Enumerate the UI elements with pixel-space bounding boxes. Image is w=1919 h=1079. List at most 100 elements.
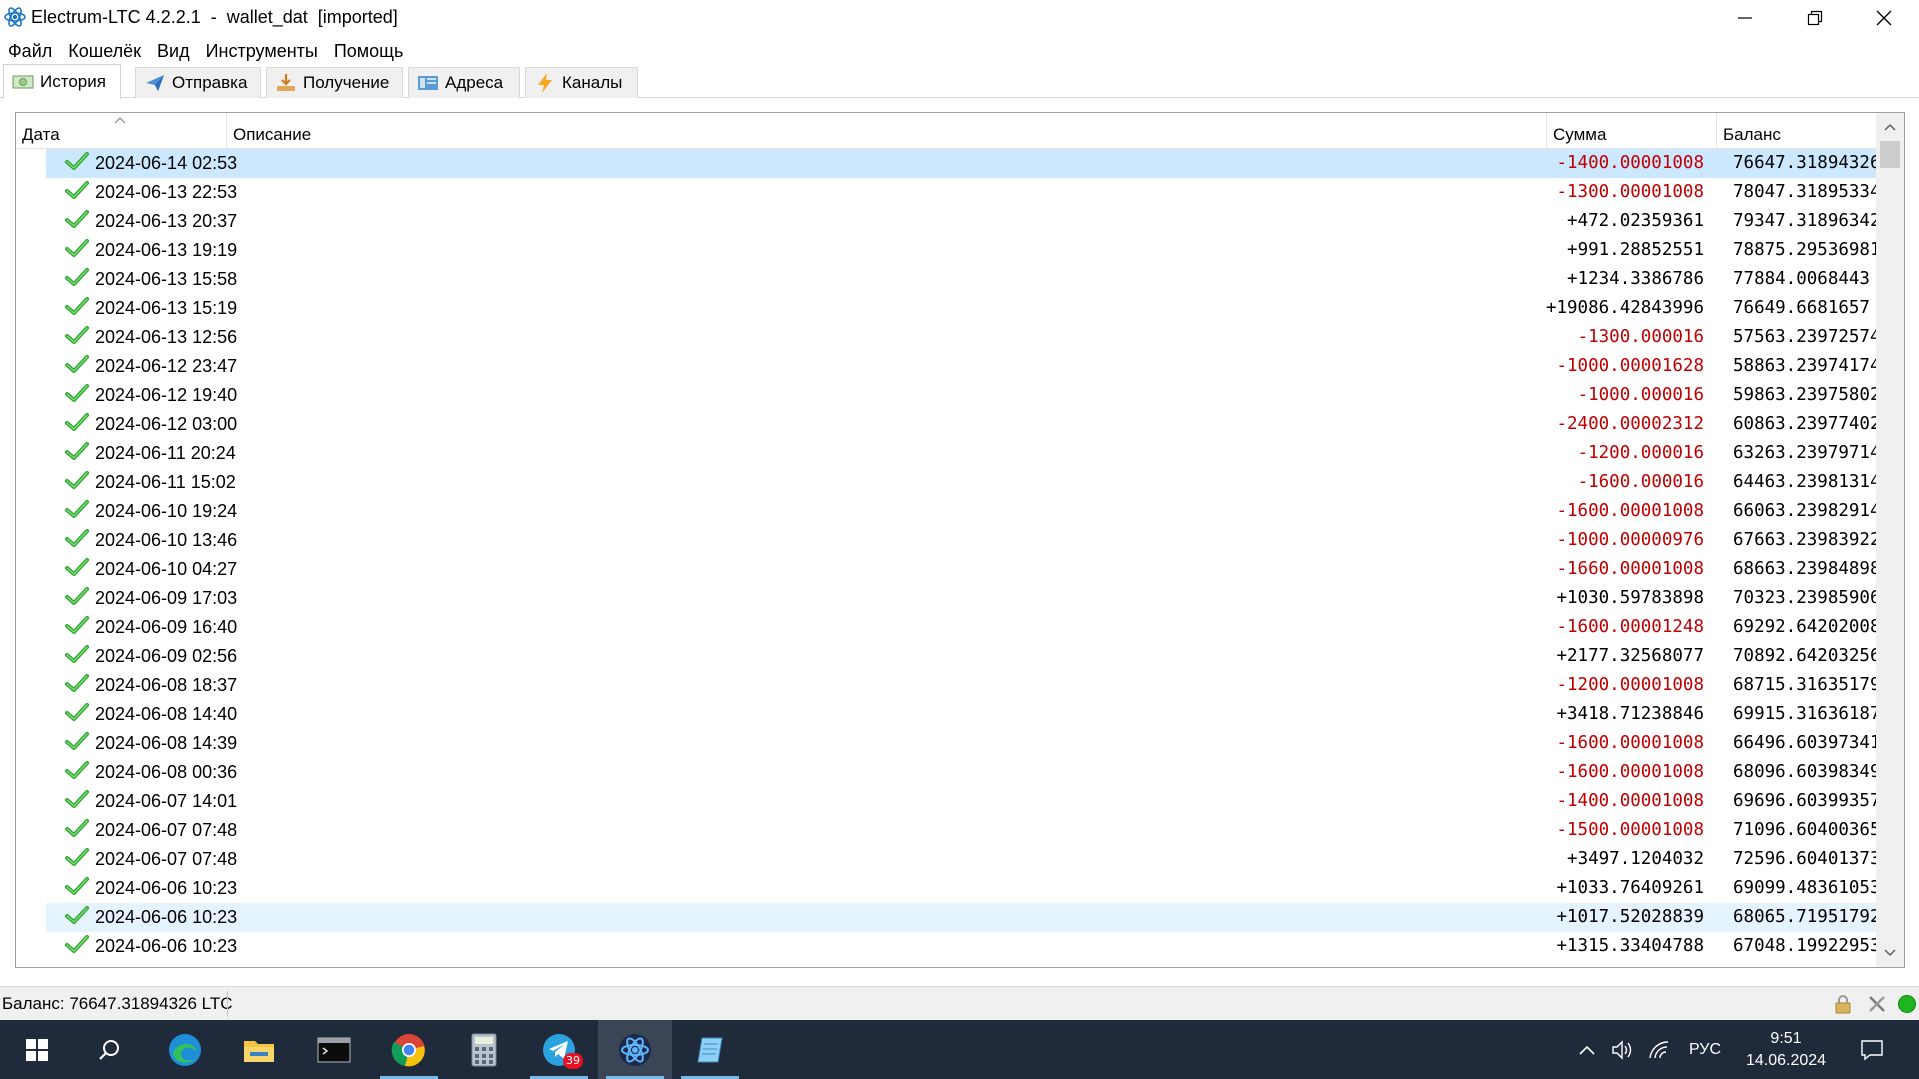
- chevron-up-icon: [1884, 123, 1896, 131]
- table-row[interactable]: 2024-06-06 10:23 +1315.33404788 67048.1992…: [46, 932, 1881, 961]
- menu-view[interactable]: Вид: [149, 38, 198, 64]
- table-row[interactable]: 2024-06-13 15:19 +19086.42843996 76649.668…: [46, 294, 1876, 323]
- table-row[interactable]: 2024-06-09 02:56 +2177.32568077 70892.6420…: [46, 642, 1881, 671]
- confirmed-check-icon: [65, 152, 89, 170]
- table-row[interactable]: 2024-06-12 03:00 -2400.00002312 60863.2397…: [46, 410, 1881, 439]
- menu-help[interactable]: Помощь: [326, 38, 412, 64]
- table-row[interactable]: 2024-06-07 07:48 -1500.00001008 71096.6040…: [46, 816, 1881, 845]
- confirmed-check-icon: [65, 471, 89, 489]
- table-row[interactable]: 2024-06-10 04:27 -1660.00001008 68663.2398…: [46, 555, 1881, 584]
- tab-history[interactable]: История: [3, 64, 121, 99]
- tab-send[interactable]: Отправка: [135, 67, 261, 98]
- table-row[interactable]: 2024-06-06 10:23 +1033.76409261 69099.4836…: [46, 874, 1881, 903]
- window-title: Electrum-LTC 4.2.2.1 - wallet_dat [impor…: [31, 7, 398, 27]
- row-date: 2024-06-13 19:19: [95, 240, 238, 260]
- taskbar-file-explorer[interactable]: [222, 1020, 296, 1079]
- vertical-scrollbar[interactable]: [1876, 113, 1904, 967]
- row-balance: 66496.60397341: [1733, 733, 1881, 753]
- row-amount: -1600.00001008: [1556, 733, 1704, 753]
- row-balance: 60863.23977402: [1733, 414, 1881, 434]
- scrollbar-thumb[interactable]: [1880, 141, 1900, 168]
- lock-icon[interactable]: [1832, 993, 1854, 1015]
- scroll-down-button[interactable]: [1876, 939, 1904, 967]
- tab-receive[interactable]: Получение: [266, 67, 403, 98]
- row-balance: 69099.48361053: [1733, 878, 1881, 898]
- row-balance: 76647.31894326: [1733, 153, 1881, 173]
- table-row[interactable]: 2024-06-08 00:36 -1600.00001008 68096.6039…: [46, 758, 1881, 787]
- taskbar-electrum-ltc[interactable]: [598, 1020, 672, 1079]
- start-button[interactable]: [0, 1020, 74, 1079]
- table-row[interactable]: 2024-06-07 07:48 +3497.1204032 72596.60401…: [46, 845, 1881, 874]
- table-row[interactable]: 2024-06-07 14:01 -1400.00001008 69696.6039…: [46, 787, 1881, 816]
- row-date: 2024-06-12 19:40: [95, 385, 238, 405]
- table-row[interactable]: 2024-06-11 20:24 -1200.000016 63263.239797…: [46, 439, 1881, 468]
- confirmed-check-icon: [65, 587, 89, 605]
- row-amount: +19086.42843996: [1545, 298, 1704, 318]
- table-row[interactable]: 2024-06-13 12:56 -1300.000016 57563.239725…: [46, 323, 1881, 352]
- restore-button[interactable]: [1780, 0, 1850, 36]
- column-date-header[interactable]: Дата: [16, 113, 227, 149]
- row-date: 2024-06-08 00:36: [95, 762, 238, 782]
- confirmed-check-icon: [65, 355, 89, 373]
- tab-channels-label: Каналы: [562, 73, 623, 92]
- column-balance-header[interactable]: Баланс: [1717, 113, 1876, 149]
- telegram-unread-badge: 39: [563, 1053, 583, 1069]
- search-button[interactable]: [72, 1020, 146, 1079]
- taskbar-telegram[interactable]: 39: [522, 1020, 596, 1079]
- row-balance: 69696.60399357: [1733, 791, 1881, 811]
- row-amount: -1000.00001628: [1556, 356, 1704, 376]
- table-row[interactable]: 2024-06-10 19:24 -1600.00001008 66063.2398…: [46, 497, 1881, 526]
- row-balance: 59863.23975802: [1733, 385, 1881, 405]
- row-date: 2024-06-13 15:19: [95, 298, 238, 318]
- table-row[interactable]: 2024-06-08 14:39 -1600.00001008 66496.6039…: [46, 729, 1881, 758]
- table-row[interactable]: 2024-06-10 13:46 -1000.00000976 67663.2398…: [46, 526, 1881, 555]
- table-row[interactable]: 2024-06-09 17:03 +1030.59783898 70323.2398…: [46, 584, 1881, 613]
- tray-overflow-button[interactable]: [1572, 1020, 1602, 1079]
- network-status-icon[interactable]: [1896, 993, 1918, 1015]
- notifications-button[interactable]: [1850, 1020, 1894, 1079]
- table-row[interactable]: 2024-06-13 22:53 -1300.00001008 78047.3189…: [46, 178, 1881, 207]
- table-row[interactable]: 2024-06-09 16:40 -1600.00001248 69292.6420…: [46, 613, 1881, 642]
- table-row[interactable]: 2024-06-14 02:53 -1400.00001008 76647.3189…: [46, 149, 1881, 178]
- table-row[interactable]: 2024-06-08 18:37 -1200.00001008 68715.3163…: [46, 671, 1881, 700]
- row-balance: 78875.29536981: [1733, 240, 1881, 260]
- confirmed-check-icon: [65, 848, 89, 866]
- close-button[interactable]: [1849, 0, 1919, 36]
- table-row[interactable]: 2024-06-12 23:47 -1000.00001628 58863.2397…: [46, 352, 1881, 381]
- preferences-tools-icon[interactable]: [1866, 993, 1888, 1015]
- row-amount: -1400.00001008: [1556, 791, 1704, 811]
- row-amount: +1033.76409261: [1556, 878, 1704, 898]
- row-amount: +472.02359361: [1567, 211, 1704, 231]
- column-description-header[interactable]: Описание: [227, 113, 1547, 149]
- scroll-up-button[interactable]: [1876, 113, 1904, 141]
- table-row[interactable]: 2024-06-12 19:40 -1000.000016 59863.239758…: [46, 381, 1881, 410]
- tab-channels[interactable]: Каналы: [525, 67, 638, 98]
- row-balance: 57563.23972574: [1733, 327, 1881, 347]
- table-row[interactable]: 2024-06-13 15:58 +1234.3386786 77884.00684…: [46, 265, 1876, 294]
- table-row[interactable]: 2024-06-13 19:19 +991.28852551 78875.29536…: [46, 236, 1881, 265]
- confirmed-check-icon: [65, 761, 89, 779]
- menu-file[interactable]: Файл: [0, 38, 60, 64]
- taskbar-chrome[interactable]: [372, 1020, 446, 1079]
- tab-addresses[interactable]: Адреса: [408, 67, 520, 98]
- minimize-button[interactable]: [1710, 0, 1780, 36]
- menu-wallet[interactable]: Кошелёк: [60, 38, 149, 64]
- taskbar-notepad[interactable]: [673, 1020, 747, 1079]
- taskbar-clock[interactable]: 9:51 14.06.2024: [1730, 1028, 1842, 1072]
- taskbar-terminal[interactable]: [297, 1020, 371, 1079]
- row-amount: -1500.00001008: [1556, 820, 1704, 840]
- confirmed-check-icon: [65, 790, 89, 808]
- table-row[interactable]: 2024-06-06 10:23 +1017.52028839 68065.7195…: [46, 903, 1881, 932]
- volume-button[interactable]: [1606, 1020, 1640, 1079]
- search-icon: [99, 1039, 119, 1060]
- language-indicator[interactable]: РУС: [1680, 1020, 1730, 1079]
- column-amount-header[interactable]: Сумма: [1547, 113, 1717, 149]
- menu-tools[interactable]: Инструменты: [198, 38, 326, 64]
- table-row[interactable]: 2024-06-11 15:02 -1600.000016 64463.239813…: [46, 468, 1881, 497]
- network-button[interactable]: [1642, 1020, 1676, 1079]
- row-date: 2024-06-10 04:27: [95, 559, 238, 579]
- table-row[interactable]: 2024-06-13 20:37 +472.02359361 79347.31896…: [46, 207, 1881, 236]
- table-row[interactable]: 2024-06-08 14:40 +3418.71238846 69915.3163…: [46, 700, 1881, 729]
- taskbar-edge[interactable]: [148, 1020, 222, 1079]
- taskbar-calculator[interactable]: [447, 1020, 521, 1079]
